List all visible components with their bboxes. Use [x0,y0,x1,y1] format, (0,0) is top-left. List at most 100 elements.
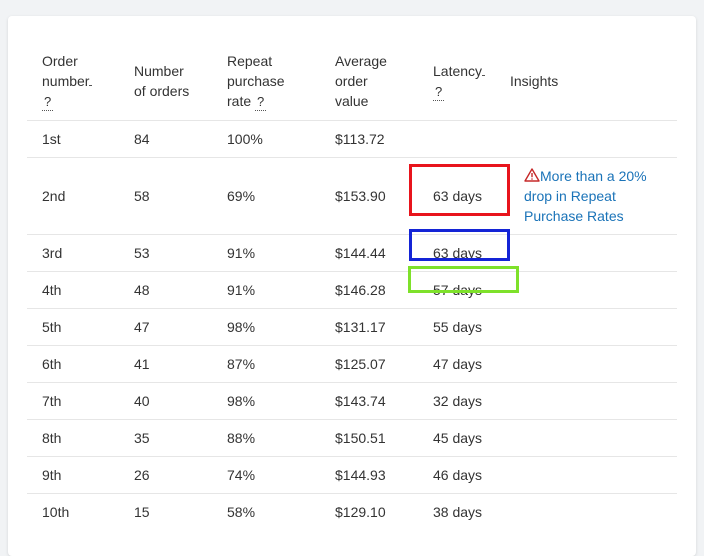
cell-latency: 55 days [418,307,504,345]
cell-insight [504,381,677,419]
table-row: 3rd 53 91% $144.44 63 days [27,228,677,271]
cell-rate: 87% [212,344,320,382]
table-row: 8th 35 88% $150.51 45 days [27,418,677,456]
cell-aov: $153.90 [320,156,418,234]
cell-orders: 15 [119,492,212,530]
cell-latency: 63 days [409,156,510,234]
cell-latency: 45 days [418,418,504,456]
cell-latency: 47 days [418,344,504,382]
latency-value: 63 days [433,187,483,204]
latency-wrap: 57 days [408,265,519,298]
insight-warning[interactable]: More than a 20% drop in Repeat Purchase … [510,166,677,226]
cell-rate: 69% [212,156,320,234]
help-tooltip-latency[interactable]: ? [433,84,445,101]
cell-insight [504,418,677,456]
cell-rate: 88% [212,418,320,456]
cell-insight [504,492,677,530]
header-latency-line1: Latency [433,61,504,81]
cell-insight [504,344,677,382]
cell-order: 3rd [27,233,119,271]
cell-order: 10th [27,492,119,530]
header-number-of-orders-line2: of orders [134,82,190,99]
cell-order: 8th [27,418,119,456]
table-header-row: Order number ? Number of orders Repeat p… [27,42,677,120]
cell-aov: $113.72 [320,119,418,157]
cell-aov: $131.17 [320,307,418,345]
header-order-number-line2: number [42,71,119,91]
header-repeat-line1: Repeat [227,52,273,69]
table-row: 5th 47 98% $131.17 55 days [27,307,677,345]
cell-rate: 98% [212,381,320,419]
cell-orders: 47 [119,307,212,345]
header-number-of-orders-line1: Number [134,62,184,79]
header-number-of-orders: Number of orders [119,42,212,120]
cell-order: 4th [27,270,119,308]
cell-aov: $144.93 [320,455,418,493]
cell-order: 5th [27,307,119,345]
cell-order: 6th [27,344,119,382]
latency-wrap: 63 days [409,163,510,216]
header-average-order-value: Average order value [320,42,418,120]
cell-latency: 57 days [408,265,519,308]
header-repeat-line3: rate ? [227,91,320,111]
cell-insight [504,119,677,157]
cell-rate: 74% [212,455,320,493]
header-repeat-line2: purchase [227,72,285,89]
cell-latency: 63 days [409,228,510,271]
cell-insight [504,307,677,345]
cell-orders: 58 [119,156,212,234]
header-latency-help[interactable]: ? [433,81,504,101]
latency-value: 57 days [433,281,483,298]
header-aov-line2: order [335,72,368,89]
header-repeat-purchase-rate: Repeat purchase rate ? [212,42,320,120]
latency-value: 63 days [433,244,483,261]
header-aov-line1: Average [335,52,387,69]
header-order-number: Order number ? [27,42,119,120]
header-repeat-line3-text: rate [227,92,252,109]
repeat-purchase-table: Order number ? Number of orders Repeat p… [27,42,677,530]
cell-insight [504,270,677,308]
cell-aov: $144.44 [320,233,418,271]
cell-insight [504,233,677,271]
cell-latency: 38 days [418,492,504,530]
table-row: 7th 40 98% $143.74 32 days [27,381,677,419]
header-insights: Insights [510,72,559,89]
header-aov-line3: value [335,92,369,109]
insight-text[interactable]: More than a 20% drop in Repeat Purchase … [524,168,647,224]
cell-orders: 41 [119,344,212,382]
cell-orders: 35 [119,418,212,456]
cell-rate: 91% [212,233,320,271]
cell-latency: 32 days [418,381,504,419]
cell-orders: 84 [119,119,212,157]
cell-orders: 26 [119,455,212,493]
table-row: 2nd 58 69% $153.90 63 days More than a 2… [27,156,677,234]
cell-order: 2nd [27,156,119,234]
table-row: 6th 41 87% $125.07 47 days [27,344,677,382]
cell-aov: $146.28 [320,270,418,308]
header-latency: Latency ? [418,42,504,120]
latency-wrap: 63 days [409,228,510,261]
cell-rate: 58% [212,492,320,530]
cell-insight [504,455,677,493]
cell-rate: 98% [212,307,320,345]
table-row: 9th 26 74% $144.93 46 days [27,455,677,493]
cell-aov: $129.10 [320,492,418,530]
help-tooltip-order-number[interactable]: ? [42,94,54,111]
header-order-number-help[interactable]: ? [42,91,119,111]
cohort-card: Order number ? Number of orders Repeat p… [8,16,696,556]
cell-orders: 53 [119,233,212,271]
cell-orders: 48 [119,270,212,308]
warning-triangle-icon [524,167,540,182]
cell-order: 7th [27,381,119,419]
table-row: 10th 15 58% $129.10 38 days [27,492,677,530]
header-latency-text: Latency [433,62,483,79]
cell-order: 9th [27,455,119,493]
help-tooltip-repeat-rate[interactable]: ? [255,94,267,111]
header-order-number-line1: Order [42,52,78,69]
cell-latency [418,119,504,157]
cell-order: 1st [27,119,119,157]
cell-orders: 40 [119,381,212,419]
cell-aov: $125.07 [320,344,418,382]
cell-aov: $150.51 [320,418,418,456]
cell-rate: 91% [212,270,320,308]
